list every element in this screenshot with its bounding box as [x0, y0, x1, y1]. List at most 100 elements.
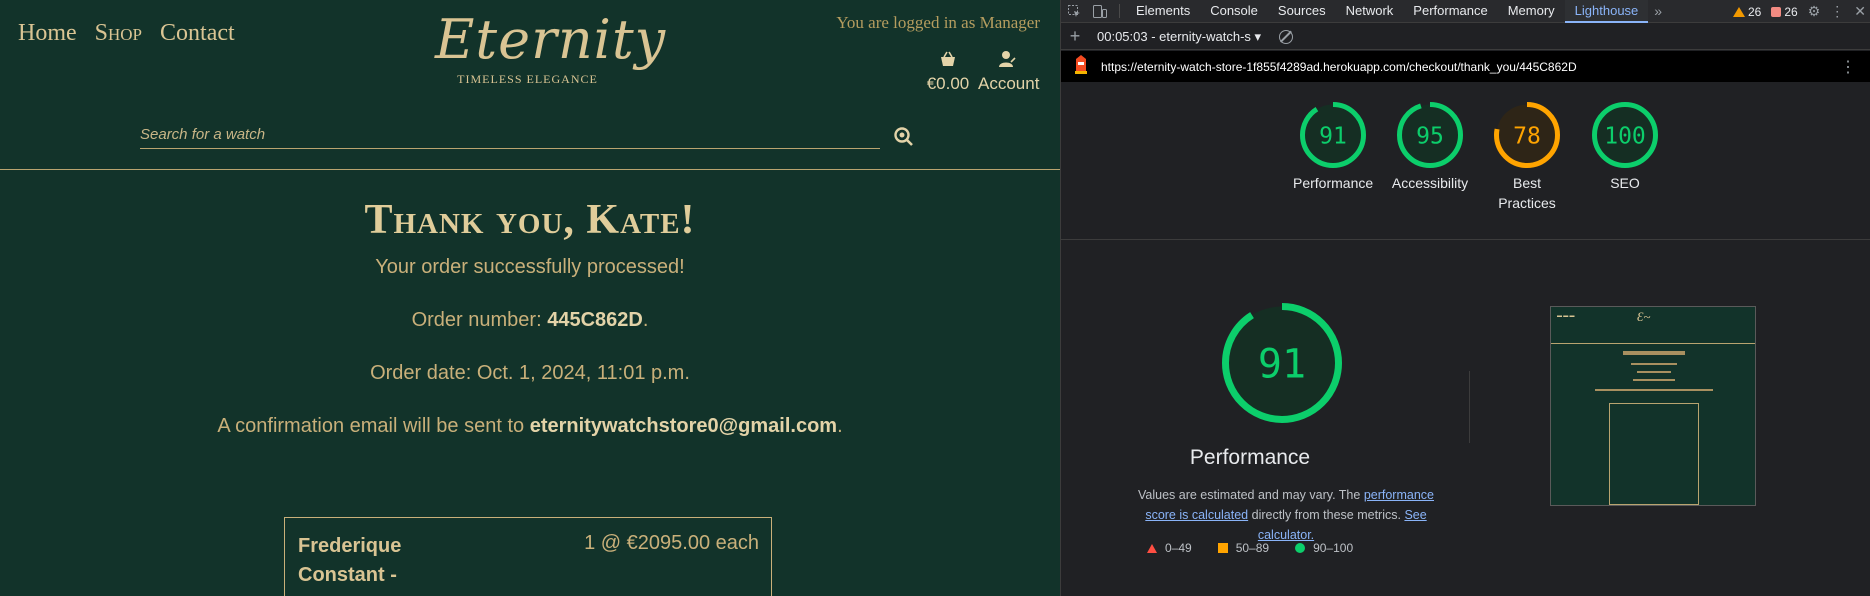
performance-score-gauge[interactable]: 91 — [1221, 302, 1343, 424]
final-screenshot-thumbnail[interactable]: ▬ ▬ ▬ Ɛ~ — [1550, 306, 1756, 506]
tab-lighthouse[interactable]: Lighthouse — [1564, 0, 1649, 23]
devtools-tab-bar: Elements Console Sources Network Perform… — [1061, 0, 1870, 23]
order-processed-message: Your order successfully processed! — [375, 256, 685, 278]
tab-sources[interactable]: Sources — [1268, 0, 1336, 23]
search-icon — [893, 127, 915, 152]
thumbnail-text-bar — [1637, 371, 1671, 373]
close-icon[interactable]: ✕ — [1854, 3, 1866, 20]
order-number-period: . — [642, 309, 649, 331]
website-viewport: Home Shop Contact Eternity TIMELESS ELEG… — [0, 0, 1060, 596]
legend-average: 50–89 — [1217, 541, 1269, 555]
thank-you-title: Thank you, Kate! — [364, 197, 696, 243]
thank-you-section: Thank you, Kate! Your order successfully… — [0, 196, 1060, 438]
tab-console[interactable]: Console — [1200, 0, 1268, 23]
seo-score-gauge[interactable]: 100 SEO — [1585, 101, 1665, 193]
nav-shop-link[interactable]: Shop — [95, 20, 142, 47]
device-toolbar-button[interactable] — [1087, 0, 1113, 23]
logo-tagline: TIMELESS ELEGANCE — [457, 72, 598, 86]
thumbnail-title-bar — [1623, 351, 1685, 355]
order-item-quantity-price: 1 @ €2095.00 each — [584, 532, 759, 554]
legend-good-range: 90–100 — [1313, 541, 1354, 555]
search-button[interactable] — [893, 126, 915, 148]
plus-icon: + — [1069, 26, 1081, 46]
account-link[interactable]: Account — [978, 50, 1039, 94]
logo-wordmark: Eternity — [435, 8, 667, 71]
performance-desc-prefix: Values are estimated and may vary. The — [1138, 488, 1364, 502]
performance-description: Values are estimated and may vary. The p… — [1126, 485, 1446, 545]
warning-icon — [1732, 6, 1745, 17]
best-practices-score-label: Best Practices — [1498, 175, 1556, 211]
tab-performance[interactable]: Performance — [1403, 0, 1497, 23]
kebab-menu-icon[interactable]: ⋮ — [1830, 3, 1844, 20]
errors-badge[interactable]: 26 — [1771, 4, 1798, 19]
order-item-name: Frederique Constant - — [298, 535, 402, 586]
order-date-line: Order date: Oct. 1, 2024, 11:01 p.m. — [370, 362, 690, 384]
user-icon — [978, 50, 1036, 70]
more-tabs-icon[interactable]: » — [1648, 3, 1668, 19]
order-summary-box: Frederique Constant - 1 @ €2095.00 each — [284, 517, 772, 596]
average-square-icon — [1217, 543, 1228, 553]
basket-icon — [925, 50, 971, 70]
search-input[interactable] — [140, 120, 880, 148]
cart-link[interactable]: €0.00 — [925, 50, 971, 94]
toolbar-separator — [1119, 4, 1120, 18]
order-number-label: Order number: — [411, 309, 548, 331]
warnings-count: 26 — [1747, 4, 1762, 19]
good-circle-icon — [1295, 543, 1306, 553]
best-practices-score-gauge[interactable]: 78 Best Practices — [1487, 101, 1567, 213]
tab-elements[interactable]: Elements — [1126, 0, 1200, 23]
legend-poor: 0–49 — [1147, 541, 1192, 555]
clear-reports-icon[interactable] — [1279, 29, 1294, 44]
performance-category-title: Performance — [1189, 446, 1311, 469]
report-url-bar: https://eternity-watch-store-1f855f4289a… — [1061, 51, 1870, 82]
thumbnail-header-line — [1551, 343, 1755, 344]
best-practices-gauge-value: 78 — [1513, 123, 1541, 149]
report-selector[interactable]: 00:05:03 - eternity-watch-s ▾ — [1089, 29, 1261, 45]
thumbnail-order-box — [1609, 403, 1699, 505]
inspect-element-button[interactable] — [1061, 0, 1087, 23]
nav-contact-link[interactable]: Contact — [160, 20, 235, 47]
accessibility-gauge-ring: 95 — [1397, 102, 1463, 168]
accessibility-score-label: Accessibility — [1391, 175, 1469, 191]
performance-gauge-ring: 91 — [1300, 102, 1366, 168]
logged-in-status: You are logged in as Manager — [836, 13, 1040, 32]
report-menu-icon[interactable]: ⋮ — [1840, 57, 1856, 77]
cart-total: €0.00 — [926, 74, 970, 93]
thumbnail-logo: Ɛ~ — [1637, 309, 1651, 324]
accessibility-score-gauge[interactable]: 95 Accessibility — [1390, 101, 1470, 193]
search-bar — [140, 120, 880, 149]
errors-count: 26 — [1784, 4, 1798, 19]
settings-gear-icon[interactable]: ⚙ — [1808, 3, 1821, 20]
legend-poor-range: 0–49 — [1165, 541, 1192, 555]
seo-gauge-ring: 100 — [1592, 102, 1658, 168]
lighthouse-logo-icon — [1073, 54, 1089, 79]
tab-network[interactable]: Network — [1336, 0, 1404, 23]
main-nav: Home Shop Contact — [18, 20, 235, 47]
seo-gauge-value: 100 — [1604, 123, 1646, 149]
report-url[interactable]: https://eternity-watch-store-1f855f4289a… — [1101, 60, 1577, 74]
nav-home-link[interactable]: Home — [18, 20, 77, 47]
seo-score-label: SEO — [1610, 175, 1640, 191]
header-divider — [0, 169, 1060, 170]
tab-memory[interactable]: Memory — [1498, 0, 1565, 23]
report-selector-label: 00:05:03 - eternity-watch-s — [1097, 28, 1251, 44]
thumbnail-nav: ▬ ▬ ▬ — [1557, 314, 1575, 319]
site-logo[interactable]: Eternity TIMELESS ELEGANCE — [435, 6, 667, 87]
legend-good: 90–100 — [1295, 541, 1353, 555]
score-scale-legend: 0–49 50–89 90–100 — [1147, 541, 1353, 555]
metrics-vertical-divider — [1469, 371, 1470, 443]
thumbnail-text-bar — [1633, 379, 1675, 381]
new-report-button[interactable]: + — [1061, 26, 1089, 47]
summary-divider — [1061, 239, 1870, 240]
performance-gauge-ring: 91 — [1222, 303, 1342, 423]
warnings-badge[interactable]: 26 — [1732, 4, 1762, 19]
confirmation-email-label: A confirmation email will be sent to — [217, 415, 530, 437]
devtools-status-area: 26 26 ⚙ ⋮ ✕ — [1732, 0, 1866, 23]
performance-score-label: Performance — [1293, 175, 1374, 191]
performance-desc-middle: directly from these metrics. — [1248, 508, 1405, 522]
performance-score-gauge[interactable]: 91 Performance — [1293, 101, 1373, 193]
poor-triangle-icon — [1147, 543, 1157, 553]
lighthouse-toolbar: + 00:05:03 - eternity-watch-s ▾ — [1061, 24, 1870, 50]
confirmation-email-period: . — [837, 415, 843, 437]
confirmation-email-line: A confirmation email will be sent to ete… — [0, 415, 1060, 438]
